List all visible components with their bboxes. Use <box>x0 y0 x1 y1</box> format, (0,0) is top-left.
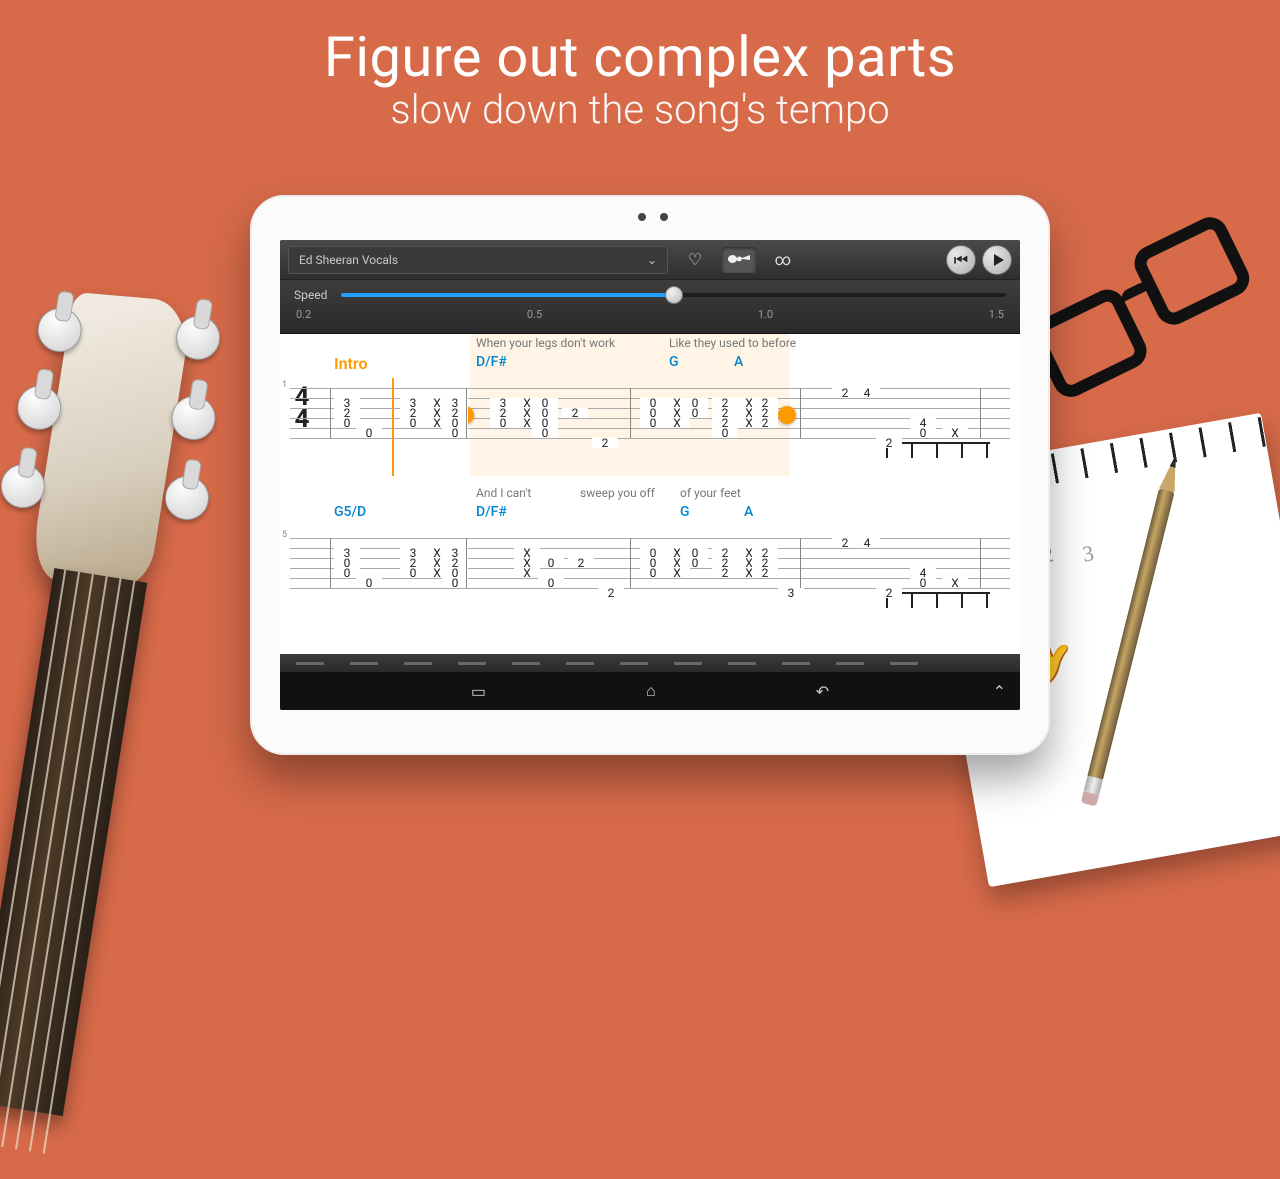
tab-column: 00 <box>538 538 564 598</box>
speed-ticks: 0.20.5 1.01.5 <box>294 308 1006 321</box>
tab-column: XXX <box>514 538 540 598</box>
tab-column: 00 <box>682 538 708 598</box>
chord-label: G5/D <box>334 504 366 520</box>
tab-column: 0 <box>356 538 382 598</box>
favorite-icon[interactable]: ♡ <box>678 247 712 273</box>
tab-column: 0 <box>356 388 382 448</box>
tab-column: 222 <box>752 388 778 448</box>
tab-column: 222 <box>712 538 738 598</box>
tab-column: 2 <box>568 538 594 598</box>
home-icon[interactable]: ⌂ <box>646 681 656 701</box>
track-bar[interactable] <box>280 654 1020 672</box>
speed-bar: Speed 0.20.5 1.01.5 <box>280 280 1020 334</box>
tablet-frame: Ed Sheeran Vocals ⌄ ♡ ∞ ⏮ Speed <box>250 195 1050 755</box>
line-number: 1 <box>282 380 287 390</box>
back-icon[interactable]: ▭ <box>471 682 486 701</box>
chord-label: G <box>680 504 690 520</box>
tab-column: 40 <box>910 388 936 448</box>
lyric-text: of your feet <box>680 486 741 500</box>
tab-column: 0000 <box>532 388 558 448</box>
tab-column: 320 <box>400 538 426 598</box>
track-select[interactable]: Ed Sheeran Vocals ⌄ <box>288 246 668 274</box>
lyric-text: And I can't <box>476 486 531 500</box>
tab-column: 000 <box>640 538 666 598</box>
chord-label: G <box>669 354 679 370</box>
tab-column: 2220 <box>712 388 738 448</box>
tab-column <box>788 388 814 448</box>
tab-column: 2 <box>876 388 902 448</box>
lyric-text: Like they used to before <box>669 336 796 350</box>
chord-label: A <box>734 354 743 370</box>
tab-column: 3200 <box>442 538 468 598</box>
tab-column: X <box>942 538 968 598</box>
chord-label: D/F# <box>476 354 507 370</box>
loop-icon[interactable]: ∞ <box>766 247 800 273</box>
speed-label: Speed <box>294 288 327 302</box>
line-number: 5 <box>282 530 287 540</box>
tab-column: 320 <box>490 388 516 448</box>
speed-slider[interactable] <box>341 286 1006 304</box>
rewind-button[interactable]: ⏮ <box>946 245 976 275</box>
recent-icon[interactable]: ↶ <box>816 682 829 701</box>
chevron-down-icon: ⌄ <box>647 253 657 267</box>
section-label: Intro <box>334 354 368 373</box>
tab-column: 00 <box>682 388 708 448</box>
promo-headline: Figure out complex parts <box>0 24 1280 90</box>
tab-column: X <box>942 388 968 448</box>
tab-column: 2 <box>598 538 624 598</box>
tab-column: 320 <box>400 388 426 448</box>
play-button[interactable] <box>982 245 1012 275</box>
lyric-text: sweep you off <box>580 486 655 500</box>
chord-label: D/F# <box>476 504 507 520</box>
tab-viewer[interactable]: 1 44 Intro When your legs don't workLike… <box>280 334 1020 654</box>
track-name: Ed Sheeran Vocals <box>299 253 398 267</box>
tab-column <box>490 538 516 598</box>
tab-column: 40 <box>910 538 936 598</box>
tab-column: 2 <box>876 538 902 598</box>
guitar-icon[interactable] <box>722 247 756 273</box>
app-toolbar: Ed Sheeran Vocals ⌄ ♡ ∞ ⏮ <box>280 240 1020 280</box>
promo-subhead: slow down the song's tempo <box>0 86 1280 133</box>
expand-icon[interactable]: ⌃ <box>993 682 1006 701</box>
lyric-text: When your legs don't work <box>476 336 615 350</box>
tab-column: 2 <box>562 388 588 448</box>
tab-column: 222 <box>752 538 778 598</box>
tab-column: 2 <box>592 388 618 448</box>
android-navbar: ▭ ⌂ ↶ ⌃ <box>280 672 1020 710</box>
glasses-prop <box>1014 190 1280 430</box>
tab-column: 3200 <box>442 388 468 448</box>
chord-label: A <box>744 504 753 520</box>
app-screen: Ed Sheeran Vocals ⌄ ♡ ∞ ⏮ Speed <box>280 240 1020 710</box>
tab-column: 000 <box>640 388 666 448</box>
